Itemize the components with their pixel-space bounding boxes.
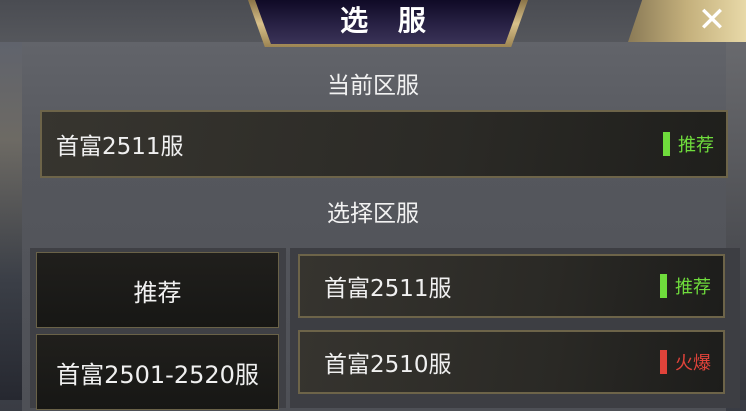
server-tag-label: 火爆 [675,353,711,374]
close-button[interactable]: ✕ [688,0,736,42]
select-server-heading: 选择区服 [327,201,419,227]
current-server-name: 首富2511服 [56,134,184,160]
server-tag: 推荐 [660,256,711,316]
server-name: 首富2511服 [324,276,452,302]
category-recommended[interactable]: 推荐 [36,252,279,328]
status-bar-icon [663,132,670,156]
server-name: 首富2510服 [324,352,452,378]
status-bar-icon [660,350,667,374]
category-range-2501-2520[interactable]: 首富2501-2520服 [36,334,279,410]
status-bar-icon [660,274,667,298]
current-server-tag-label: 推荐 [678,135,714,156]
close-icon: ✕ [697,0,727,40]
dialog-title: 选 服 [340,4,436,37]
server-row[interactable]: 首富2511服 推荐 [298,254,725,318]
category-label: 首富2501-2520服 [56,360,259,389]
current-server-row[interactable]: 首富2511服 推荐 [40,110,728,178]
category-label: 推荐 [133,278,182,307]
current-server-heading: 当前区服 [327,73,419,99]
server-tag-label: 推荐 [675,277,711,298]
current-server-tag: 推荐 [663,112,714,176]
server-row[interactable]: 首富2510服 火爆 [298,330,725,394]
server-tag: 火爆 [660,332,711,392]
